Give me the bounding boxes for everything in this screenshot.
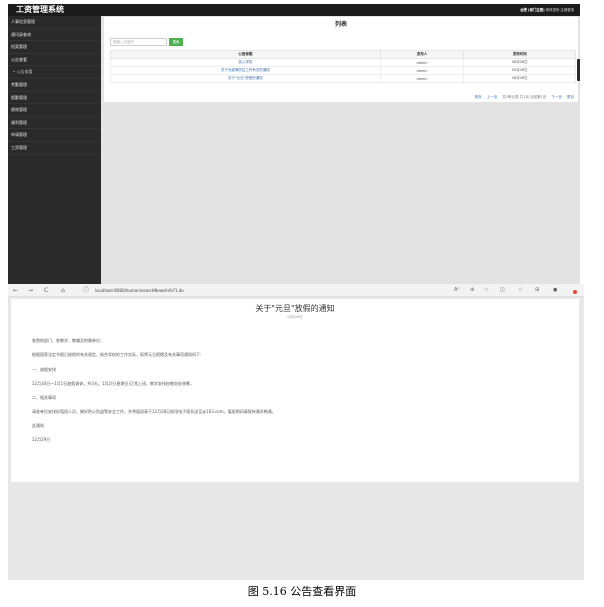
notice-time: 05月26日 [463,66,576,75]
sidebar-item[interactable]: 公告查看 [8,54,101,67]
table-row[interactable]: 关于"元旦"放假的通知 admin 06月26日 [110,74,576,83]
header-account-links[interactable]: 修改密码 注销登录 [546,8,574,12]
sidebar-item[interactable]: 工资管理 [8,142,101,155]
collections-icon[interactable]: ⊞ [535,284,539,297]
forward-arrow-icon[interactable]: → [28,285,33,296]
pager-info: 共3条记录 共1页 当前第1页 [502,95,547,99]
sidebar-item[interactable]: 人事信息管理 [8,16,101,29]
notice-table: 公告标题 发布人 发布时间 放入学校 admin 06月26日 关于对疫情防控工作有关… [110,50,576,83]
back-arrow-icon[interactable]: ← [13,285,18,296]
sidebar-item[interactable]: 档案管理 [8,41,101,54]
site-info-icon[interactable]: ⓘ [83,285,89,296]
home-icon[interactable]: ⌂ [61,285,65,296]
search-row: 搜索 [110,38,183,46]
favorites-icon[interactable]: ☆ [518,284,522,297]
notice-title-link[interactable]: 关于对疫情防控工作有关的通知 [110,66,381,75]
pager-prev-link[interactable]: 上一页 [487,95,498,99]
notice-publisher: admin [379,58,465,67]
sidebar-item[interactable]: 绩效管理 [8,104,101,117]
reload-icon[interactable]: C [44,285,48,296]
notice-paragraph: 12月29日 [32,437,51,442]
notice-paragraph: 二、相关事项 [32,395,56,400]
sidebar-item[interactable]: 申请管理 [8,129,101,142]
notice-paragraph: 根据国家法定节假日放假的有关规定，结合学校的工作实际，现将元旦假期及有关事项通知… [32,352,202,357]
notice-paragraph: 请各单位安排好值班人员，做好防火防盗等安全工作，并将值班表于12月28日前用电子… [32,409,276,414]
app-title: 工资管理系统 [16,5,64,14]
notice-paragraph: 一、放假安排 [32,367,56,372]
table-header-row: 公告标题 发布人 发布时间 [110,50,576,59]
notice-document: 关于"元旦"放假的通知 06月26日 各院校部门、各教学、教辅及附属单位: 根据… [11,299,579,482]
notice-table-body: 放入学校 admin 06月26日 关于对疫情防控工作有关的通知 admin 05月26日… [110,58,576,83]
read-aloud-icon[interactable]: Aᴬ [454,284,460,297]
notification-badge[interactable] [573,290,577,294]
notice-time: 06月26日 [463,74,576,83]
sidebar-item[interactable]: 公告查看 [8,66,101,79]
sidebar-menu: 人事信息管理通讯录查询档案管理公告查看公告查看考勤管理假勤管理绩效管理福利管理申… [8,16,101,284]
header-user-area: 合肥 (部门主管) 修改密码 注销登录 [520,4,574,16]
notice-title-link[interactable]: 放入学校 [110,58,381,67]
pager-next-link[interactable]: 下一页 [551,95,562,99]
notice-publisher: admin [379,66,465,75]
notice-list-panel: 列表 搜索 公告标题 发布人 发布时间 放入学校admin06月26日关于对疫情… [104,17,578,102]
table-row[interactable]: 关于对疫情防控工作有关的通知 admin 05月26日 [110,66,576,75]
top-header-bar: 工资管理系统 合肥 (部门主管) 修改密码 注销登录 [8,4,580,16]
profile-icon[interactable]: ● [553,284,557,297]
notice-title-link[interactable]: 关于"元旦"放假的通知 [110,74,381,83]
column-header-time: 发布时间 [463,50,576,59]
notice-paragraph: 12月30日—1月1日放假调休，共3天。1月2日(星期日)正常上班，教学安排由教… [32,381,195,386]
column-header-title: 公告标题 [110,50,381,59]
sidebar-item[interactable]: 福利管理 [8,117,101,130]
sidebar-item[interactable]: 假勤管理 [8,92,101,105]
notice-title: 关于"元旦"放假的通知 [255,304,335,313]
browser-screenshot: ← → C ⌂ ⓘ localhost:8080/human/searchNew… [8,284,584,580]
pagination: 首页 上一页 共3条记录 共1页 当前第1页 下一页 尾页 [471,95,574,100]
figure-caption: 图 5.16 公告查看界面 [247,585,357,598]
sidebar-item[interactable]: 通讯录查询 [8,29,101,42]
notice-date: 06月26日 [287,315,303,319]
list-title: 列表 [334,21,347,28]
zoom-icon[interactable]: ⊕ [470,284,474,297]
notice-publisher: admin [379,74,465,83]
split-screen-icon[interactable]: ◫ [500,284,505,297]
notice-time: 06月26日 [463,58,576,67]
notice-paragraph: 各院校部门、各教学、教辅及附属单位: [32,338,102,343]
admin-app-screenshot: 工资管理系统 合肥 (部门主管) 修改密码 注销登录 人事信息管理 通讯录查询 档案… [8,4,580,284]
table-row[interactable]: 放入学校 admin 06月26日 [110,58,576,67]
sidebar-item[interactable]: 考勤管理 [8,79,101,92]
pager-last-link[interactable]: 尾页 [567,95,574,99]
notice-paragraph: 此通知 [32,423,44,428]
search-button[interactable]: 搜索 [169,38,183,46]
header-user: 合肥 (部门主管) [520,8,545,12]
search-input[interactable] [110,38,167,46]
favorite-star-icon[interactable]: ☆ [484,284,488,297]
pager-first-link[interactable]: 首页 [475,95,482,99]
side-scroll-handle[interactable] [577,59,580,81]
column-header-publisher: 发布人 [379,50,465,59]
browser-toolbar: ← → C ⌂ ⓘ localhost:8080/human/searchNew… [8,284,584,297]
address-bar-url[interactable]: localhost:8080/human/searchNewsInfo?1.do [95,284,184,297]
